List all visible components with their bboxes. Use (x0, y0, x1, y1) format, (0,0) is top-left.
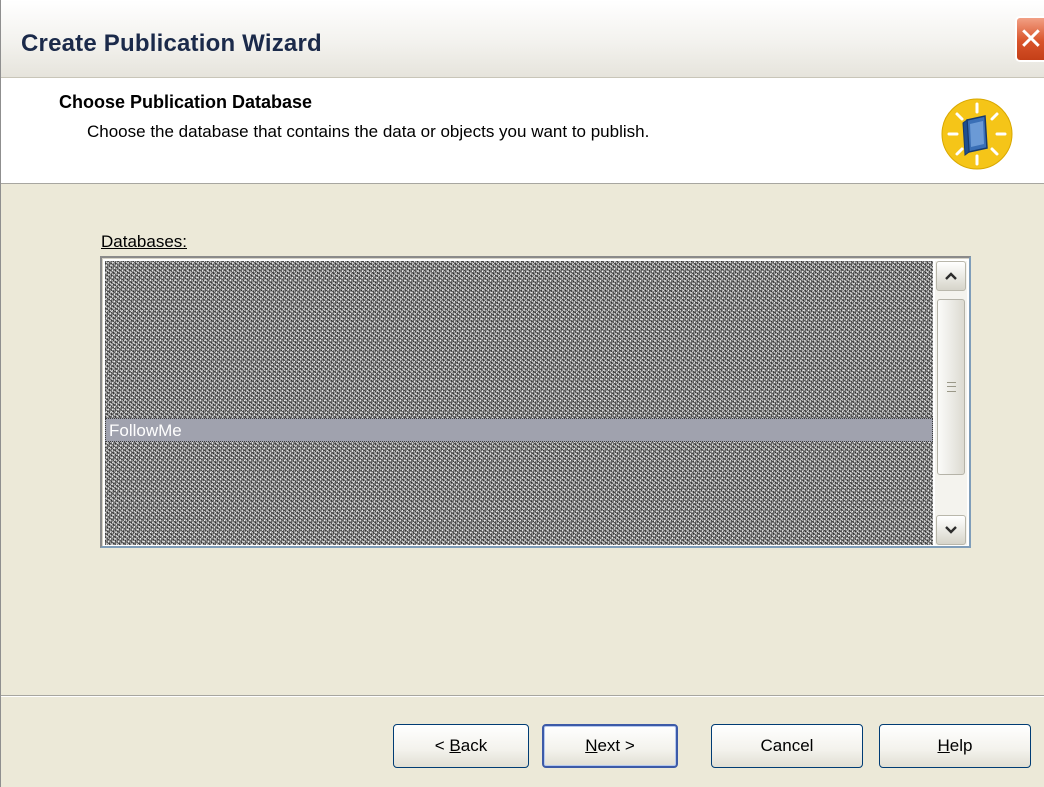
back-button[interactable]: < Back (393, 724, 529, 768)
close-icon: ✕ (1018, 22, 1044, 56)
back-button-mnemonic: B (449, 736, 461, 755)
scrollbar-thumb[interactable] (937, 299, 965, 475)
vertical-scrollbar[interactable] (935, 261, 967, 545)
footer-separator (1, 695, 1044, 697)
scroll-up-arrow-icon (945, 272, 957, 280)
scrollbar-grip (947, 382, 956, 392)
scroll-down-button[interactable] (936, 515, 966, 545)
help-button-mnemonic: H (937, 736, 950, 755)
title-bar[interactable]: Create Publication Wizard ✕ (1, 0, 1044, 78)
wizard-window: Create Publication Wizard ✕ Choose Publi… (0, 0, 1044, 787)
page-title: Choose Publication Database (59, 92, 313, 112)
databases-label: Databases: (101, 232, 187, 251)
wizard-header: Choose Publication Database Choose the d… (1, 78, 1044, 184)
scroll-down-arrow-icon (945, 526, 957, 534)
next-button-rest: ext > (597, 736, 635, 755)
next-button[interactable]: Next > (542, 724, 678, 768)
next-button-mnemonic: N (585, 736, 598, 755)
page-subtitle: Choose the database that contains the da… (87, 122, 650, 141)
list-item-selected[interactable]: FollowMe (105, 418, 933, 442)
help-button-rest: elp (949, 736, 973, 755)
help-button[interactable]: Help (879, 724, 1031, 768)
cancel-button[interactable]: Cancel (711, 724, 863, 768)
back-button-prefix: < (434, 736, 450, 755)
wizard-book-icon (941, 98, 1013, 170)
databases-list-area[interactable]: FollowMe (105, 261, 933, 545)
window-title: Create Publication Wizard (21, 30, 322, 57)
databases-listbox[interactable]: FollowMe (100, 256, 971, 548)
cancel-button-label: Cancel (760, 736, 814, 755)
close-button[interactable]: ✕ (1015, 16, 1044, 62)
back-button-rest: ack (460, 736, 488, 755)
scroll-up-button[interactable] (936, 261, 966, 291)
